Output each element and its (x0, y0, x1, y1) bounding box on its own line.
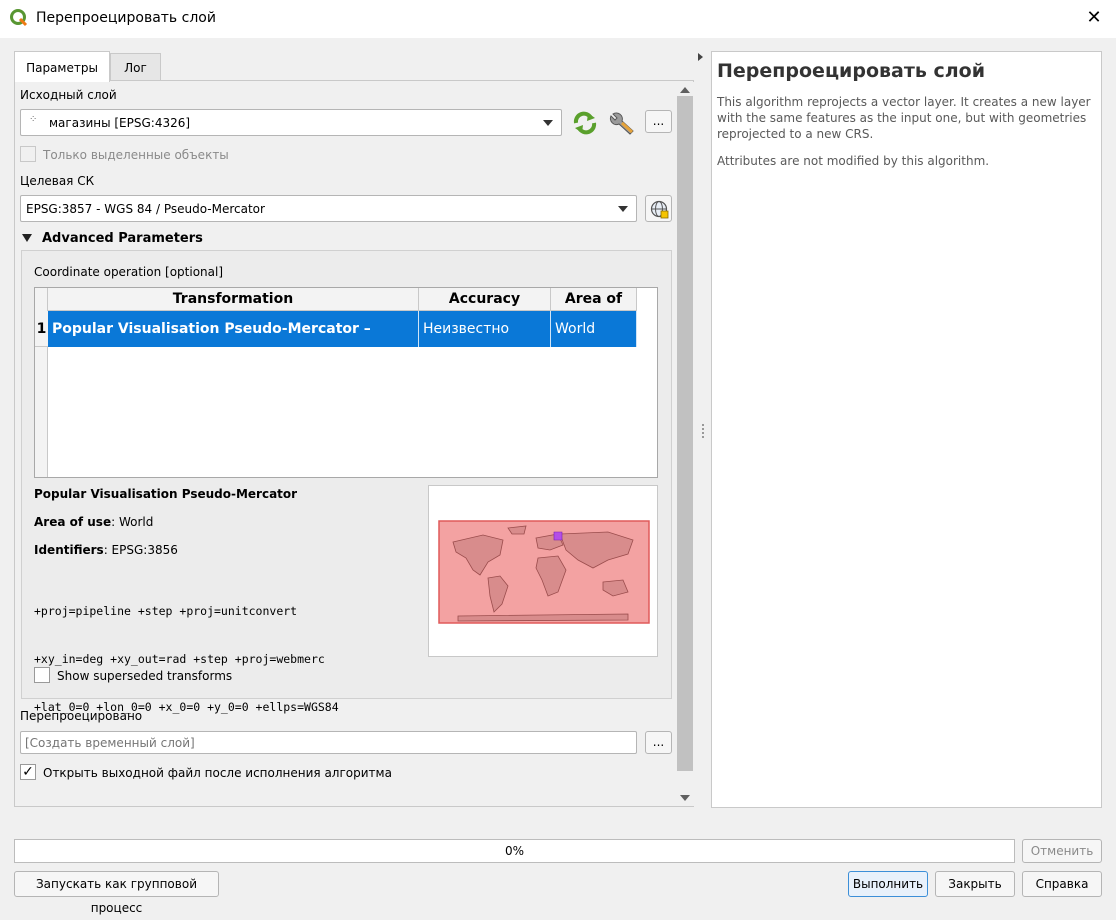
ellipsis-label: ... (652, 735, 665, 749)
wrench-icon[interactable] (608, 110, 636, 136)
proj-string: +proj=pipeline +step +proj=unitconvert +… (34, 571, 339, 731)
splitter-handle[interactable] (702, 424, 704, 438)
qgis-logo-icon (10, 9, 28, 27)
transformation-name: Popular Visualisation Pseudo-Mercator (34, 487, 298, 501)
scroll-up-icon[interactable] (680, 87, 690, 93)
area-of-use-line: Area of use: World (34, 515, 153, 529)
help-button[interactable]: Справка (1022, 871, 1102, 897)
cancel-button[interactable]: Отменить (1022, 839, 1102, 863)
area-of-use-map (428, 485, 658, 657)
show-superseded-label: Show superseded transforms (57, 669, 233, 683)
show-superseded-checkbox[interactable] (34, 667, 50, 683)
header-transformation[interactable]: Transformation (48, 288, 419, 311)
tab-log[interactable]: Лог (110, 53, 161, 81)
area-of-use-label: Area of use (34, 515, 112, 529)
table-cell-area[interactable]: World (551, 311, 637, 347)
row-index: 1 (35, 311, 48, 347)
tab-parameters[interactable]: Параметры (14, 51, 110, 82)
output-field[interactable] (20, 731, 637, 754)
proj-line: +xy_in=deg +xy_out=rad +step +proj=webme… (34, 652, 325, 666)
point-layer-icon: ⁘ (29, 114, 38, 125)
area-of-use-value: : World (111, 515, 154, 529)
advanced-parameters-toggle[interactable]: Advanced Parameters (42, 231, 203, 246)
ellipsis-label: ... (652, 114, 665, 128)
open-output-checkbox[interactable]: ✓ (20, 764, 36, 780)
progress-text: 0% (504, 844, 525, 858)
input-layer-combo[interactable]: ⁘ магазины [EPSG:4326] (20, 109, 562, 136)
target-crs-combo[interactable]: EPSG:3857 - WGS 84 / Pseudo-Mercator (20, 195, 637, 222)
input-layer-value: магазины [EPSG:4326] (49, 116, 191, 130)
close-window-button[interactable]: ✕ (1082, 6, 1106, 30)
globe-crs-icon (650, 200, 669, 219)
open-output-label: Открыть выходной файл после исполнения а… (43, 766, 392, 780)
help-title: Перепроецировать слой (717, 60, 986, 82)
header-area-of-use[interactable]: Area of Use (551, 288, 637, 329)
iterate-refresh-icon[interactable] (571, 111, 599, 135)
close-button[interactable]: Закрыть (935, 871, 1015, 897)
collapse-triangle-icon[interactable] (22, 234, 32, 242)
world-map-image (438, 520, 650, 624)
scroll-down-icon[interactable] (680, 795, 690, 801)
run-button[interactable]: Выполнить (848, 871, 928, 897)
output-label: Перепроецировано (20, 709, 143, 723)
scrollbar-thumb[interactable] (677, 96, 693, 771)
batch-process-button[interactable]: Запускать как групповой процесс (14, 871, 219, 915)
header-accuracy[interactable]: Accuracy (meters) (419, 288, 551, 329)
identifiers-label: Identifiers (34, 543, 104, 557)
help-description: This algorithm reprojects a vector layer… (717, 95, 1091, 141)
identifiers-line: Identifiers: EPSG:3856 (34, 543, 178, 557)
help-attributes-note: Attributes are not modified by this algo… (717, 154, 990, 168)
proj-line: +proj=pipeline +step +proj=unitconvert (34, 604, 298, 618)
select-crs-button[interactable] (645, 195, 672, 222)
progress-bar: 0% (14, 839, 1015, 863)
input-layer-browse-button[interactable]: ... (645, 110, 672, 133)
target-crs-label: Целевая СК (20, 174, 95, 188)
output-browse-button[interactable]: ... (645, 731, 672, 754)
chevron-down-icon (618, 206, 628, 212)
table-cell-accuracy[interactable]: Неизвестно (419, 311, 551, 347)
coordinate-operation-label: Coordinate operation [optional] (34, 265, 224, 279)
input-layer-label: Исходный слой (20, 88, 117, 102)
target-crs-value: EPSG:3857 - WGS 84 / Pseudo-Mercator (26, 202, 265, 216)
collapse-arrow-icon[interactable] (698, 53, 703, 61)
chevron-down-icon (543, 120, 553, 126)
selected-only-label: Только выделенные объекты (43, 148, 229, 162)
table-cell-transformation[interactable]: Popular Visualisation Pseudo-Mercator – … (48, 311, 419, 373)
selected-only-checkbox[interactable] (20, 146, 36, 162)
window-title: Перепроецировать слой (36, 10, 216, 26)
help-panel: Перепроецировать слой This algorithm rep… (711, 51, 1102, 808)
identifiers-value: : EPSG:3856 (103, 543, 178, 557)
